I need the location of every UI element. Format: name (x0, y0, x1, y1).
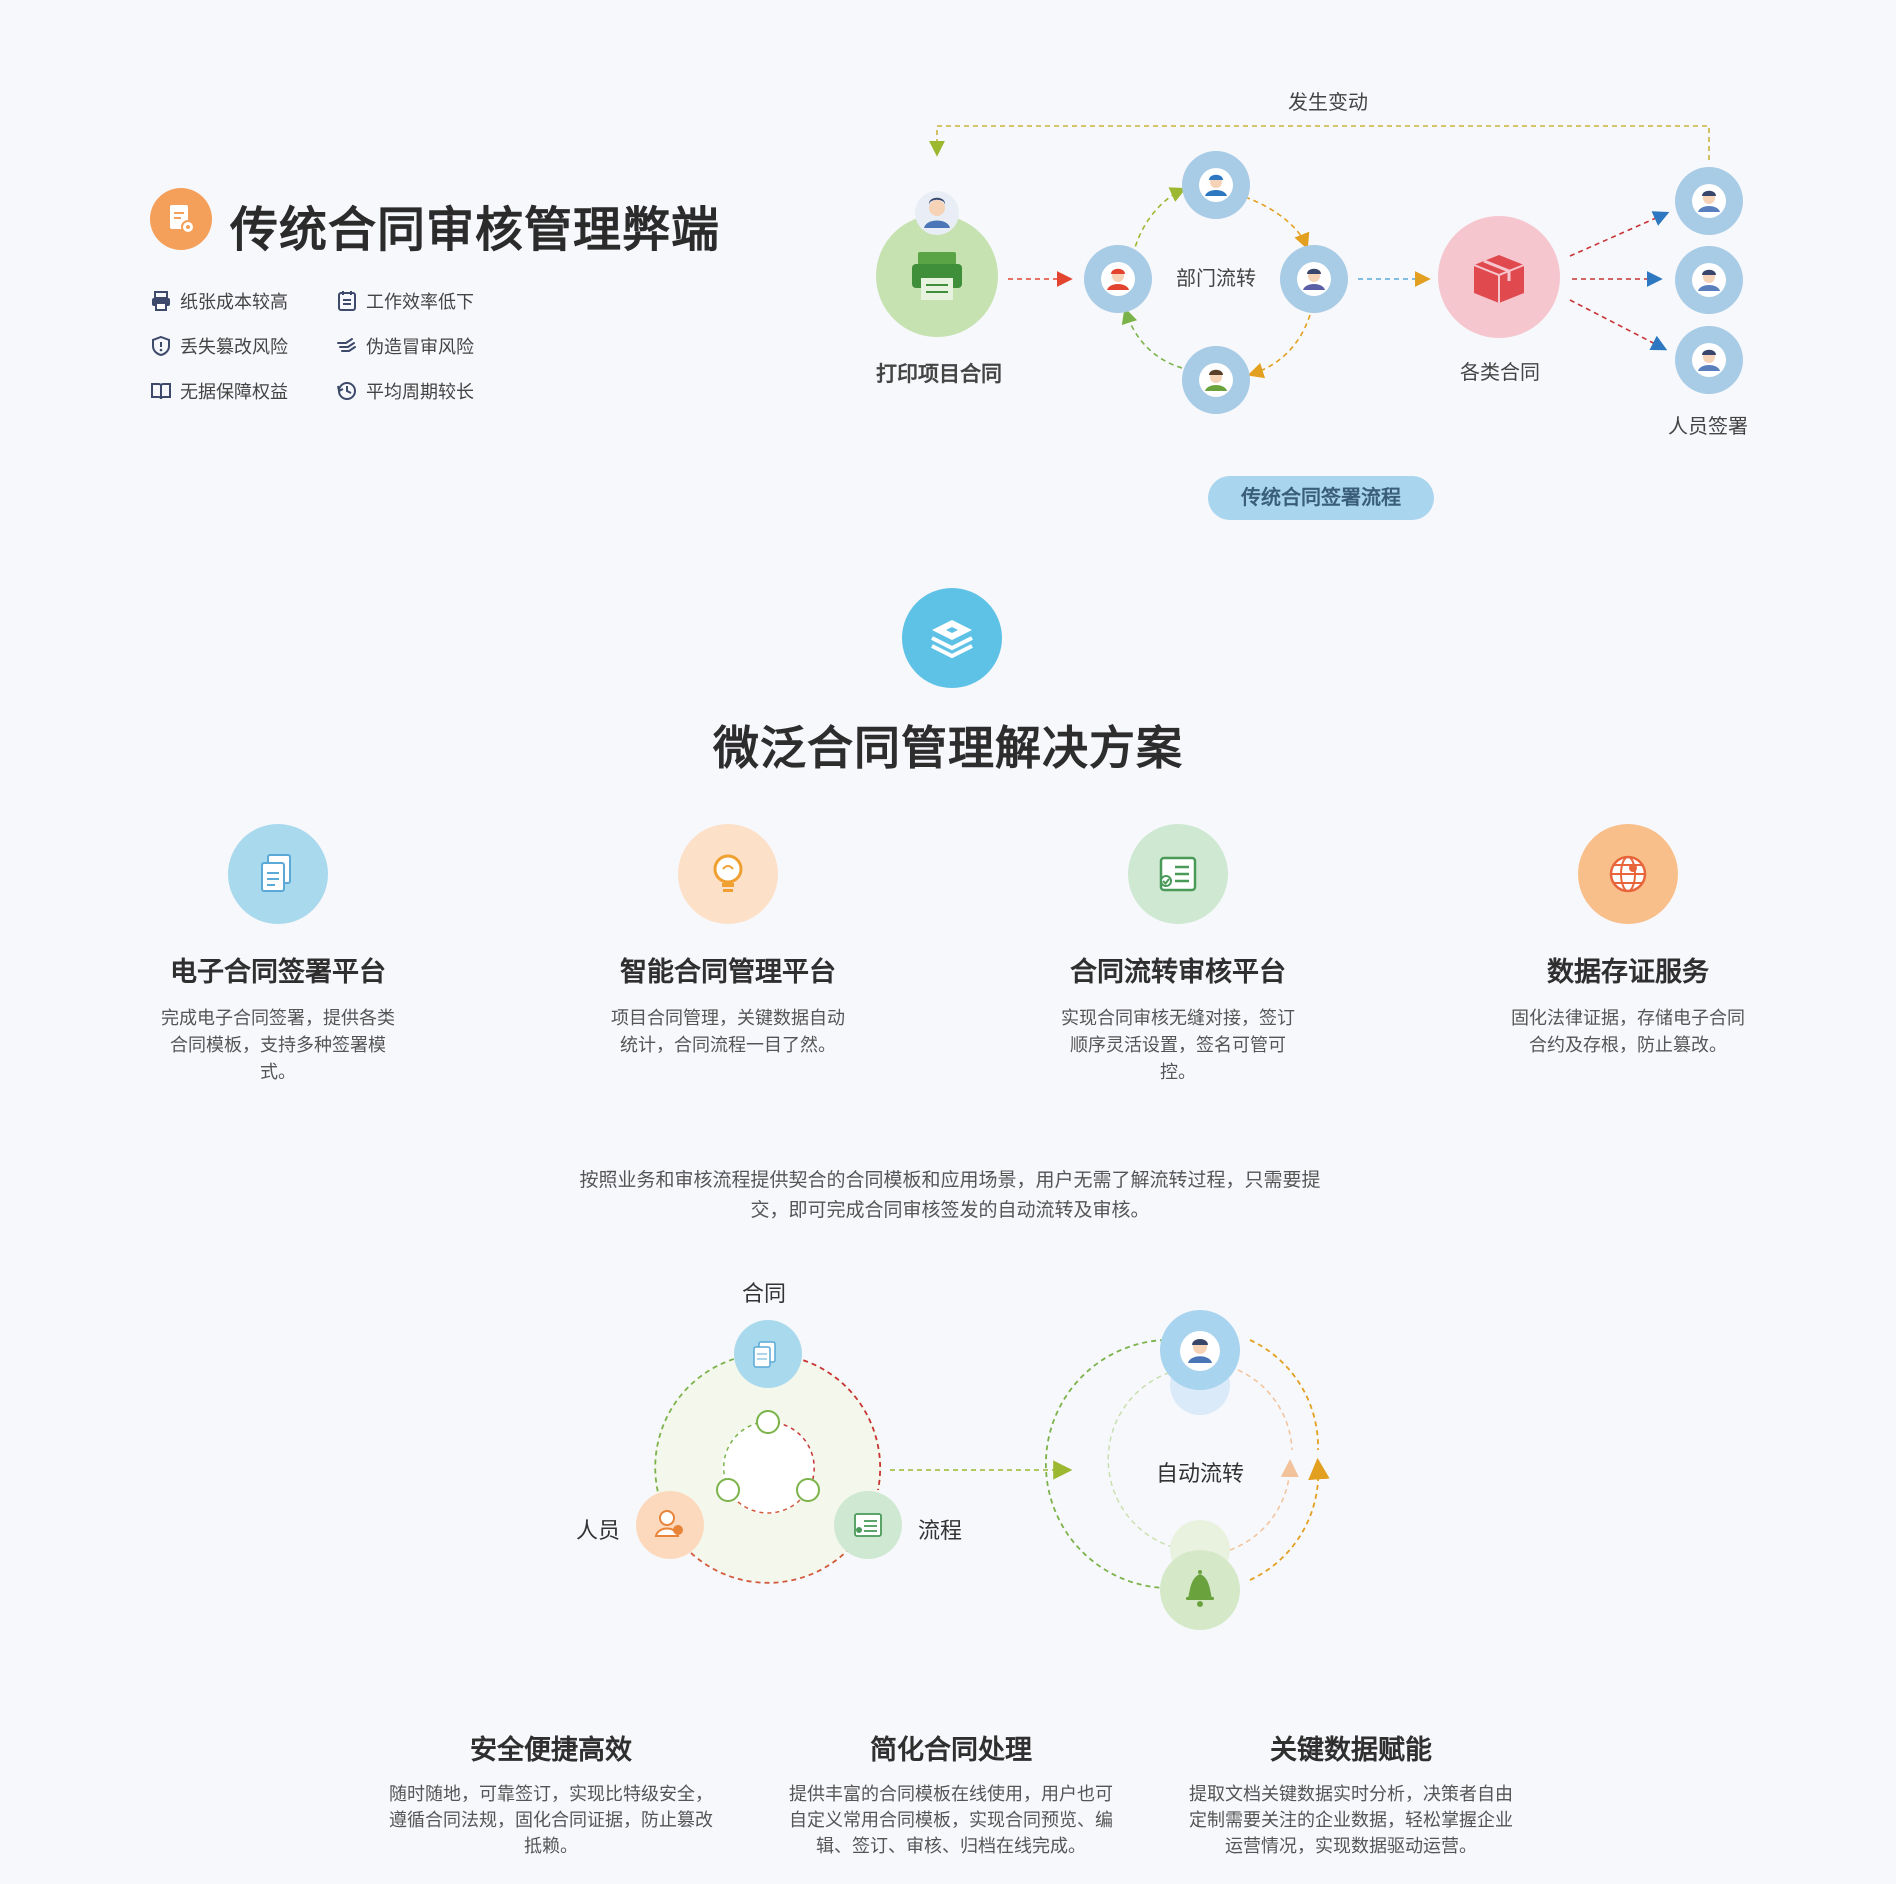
auto-flow-label: 自动流转 (1156, 1461, 1245, 1486)
benefit-item: 简化合同处理 提供丰富的合同模板在线使用，用户也可自定义常用合同模板，实现合同预… (786, 1728, 1116, 1859)
benefit-desc: 随时随地，可靠签订，实现比特级安全，遵循合同法规，固化合同证据，防止篡改抵赖。 (389, 1784, 713, 1856)
lightbulb-icon (678, 824, 778, 924)
change-loop-connector (929, 125, 1710, 160)
process-diagram (636, 1310, 1330, 1630)
feature-title: 数据存证服务 (1547, 957, 1709, 987)
user-node (1160, 1310, 1240, 1390)
flow-pill: 传统合同签署流程 (1208, 476, 1434, 520)
checklist-icon (1128, 824, 1228, 924)
contract-label: 合同 (742, 1281, 787, 1306)
contracts-label: 各类合同 (1460, 362, 1540, 384)
feature-title: 合同流转审核平台 (1070, 957, 1286, 987)
feature-desc: 固化法律证据，存储电子合同合约及存根，防止篡改。 (1511, 1008, 1745, 1055)
stack-badge-icon (902, 588, 1002, 688)
feature-title: 电子合同签署平台 (170, 957, 386, 987)
dept-avatar-bottom (1182, 346, 1250, 414)
benefit-desc: 提供丰富的合同模板在线使用，用户也可自定义常用合同模板，实现合同预览、编辑、签订… (789, 1784, 1113, 1856)
change-label: 发生变动 (1288, 92, 1368, 114)
solution-title: 微泛合同管理解决方案 (713, 722, 1183, 774)
benefit-desc: 提取文档关键数据实时分析，决策者自由定制需要关注的企业数据，轻松掌握企业运营情况… (1189, 1784, 1513, 1856)
dept-avatar-right (1280, 245, 1348, 313)
box-icon (1473, 255, 1525, 303)
process-intro: 按照业务和审核流程提供契合的合同模板和应用场景，用户无需了解流转过程，只需要提交… (579, 1170, 1321, 1221)
flow-node (834, 1491, 902, 1559)
feature-desc: 完成电子合同签署，提供各类合同模板，支持多种签署模式。 (161, 1008, 395, 1082)
documents-icon (228, 824, 328, 924)
bell-node (1160, 1550, 1240, 1630)
signer-avatar (1675, 167, 1743, 235)
feature-desc: 项目合同管理，关键数据自动统计，合同流程一目了然。 (611, 1008, 845, 1055)
feature-card: 智能合同管理平台 项目合同管理，关键数据自动统计，合同流程一目了然。 (578, 824, 878, 1059)
dept-avatar-left (1084, 245, 1152, 313)
benefit-item: 关键数据赋能 提取文档关键数据实时分析，决策者自由定制需要关注的企业数据，轻松掌… (1186, 1728, 1516, 1859)
dept-label: 部门流转 (1176, 268, 1256, 290)
print-label: 打印项目合同 (876, 363, 1002, 386)
person-node (636, 1491, 704, 1559)
signer-avatar (1675, 246, 1743, 314)
globe-icon (1578, 824, 1678, 924)
signer-avatar (1675, 326, 1743, 394)
feature-desc: 实现合同审核无缝对接，签订顺序灵活设置，签名可管可控。 (1061, 1008, 1295, 1082)
benefit-item: 安全便捷高效 随时随地，可靠签订，实现比特级安全，遵循合同法规，固化合同证据，防… (386, 1728, 716, 1859)
contract-node (734, 1320, 802, 1388)
person-label: 人员 (576, 1518, 621, 1543)
feature-card: 数据存证服务 固化法律证据，存储电子合同合约及存根，防止篡改。 (1478, 824, 1778, 1059)
benefit-title: 关键数据赋能 (1270, 1735, 1432, 1765)
benefit-title: 简化合同处理 (870, 1735, 1032, 1765)
feature-card: 合同流转审核平台 实现合同审核无缝对接，签订顺序灵活设置，签名可管可控。 (1028, 824, 1328, 1086)
dept-avatar-top (1182, 151, 1250, 219)
feature-card: 电子合同签署平台 完成电子合同签署，提供各类合同模板，支持多种签署模式。 (128, 824, 428, 1086)
benefit-title: 安全便捷高效 (470, 1735, 632, 1765)
sign-label: 人员签署 (1668, 416, 1748, 438)
feature-title: 智能合同管理平台 (620, 957, 836, 987)
flow-label: 流程 (918, 1518, 963, 1543)
traditional-flow-diagram (876, 125, 1743, 414)
